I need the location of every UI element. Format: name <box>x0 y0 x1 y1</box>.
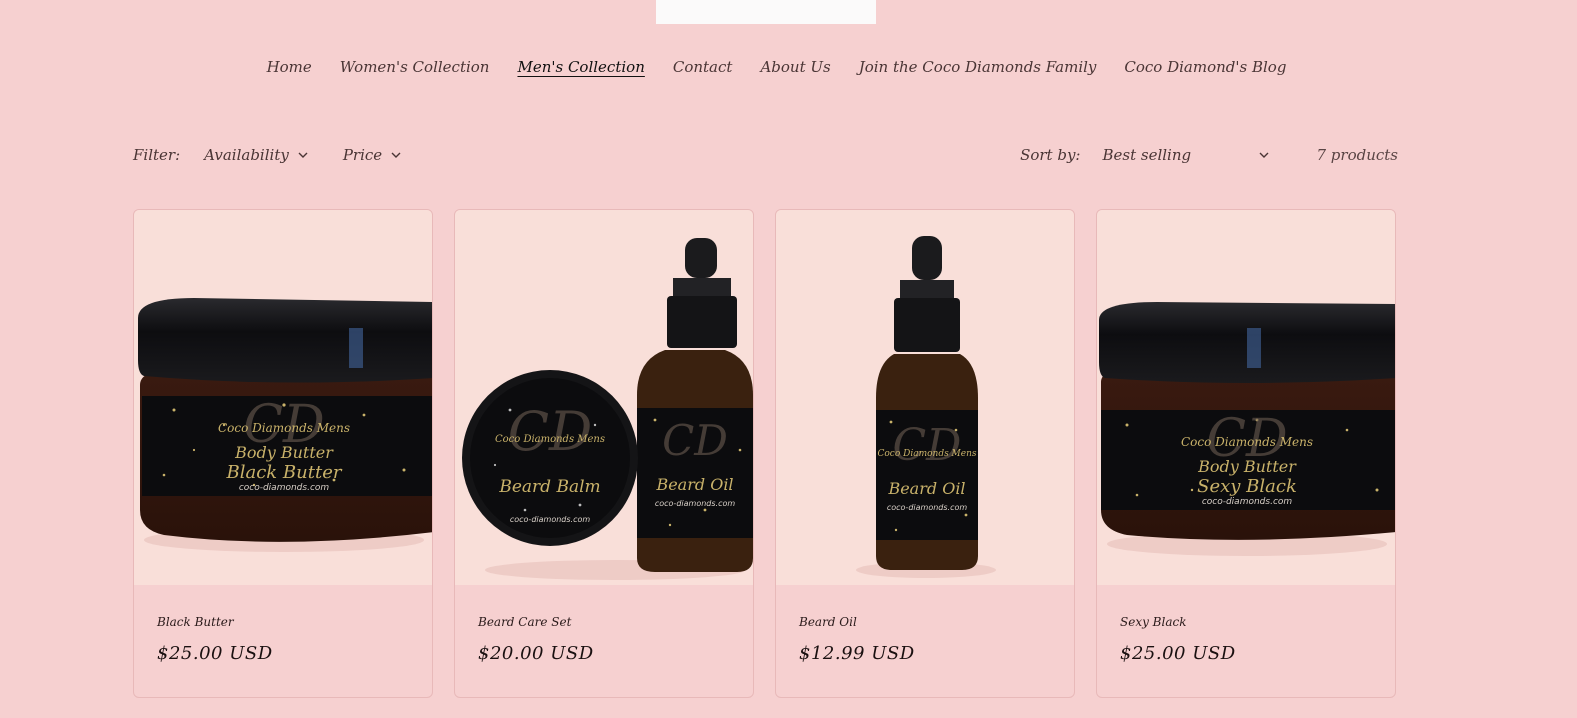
sort-value: Best selling <box>1102 146 1192 164</box>
product-grid: CD Coco Diamonds Mens Body Butter Black … <box>133 209 1396 698</box>
product-image[interactable]: CD Coco Diamonds Mens Body Butter Black … <box>134 210 432 585</box>
body-butter-jar-image: CD Coco Diamonds Mens Body Butter Sexy B… <box>1099 302 1395 556</box>
product-price: $20.00 USD <box>478 643 594 664</box>
nav-item-womens-collection[interactable]: Women's Collection <box>340 58 490 76</box>
product-card[interactable]: CD Coco Diamonds Mens Body Butter Black … <box>133 209 433 698</box>
svg-text:coco-diamonds.com: coco-diamonds.com <box>239 483 330 493</box>
sort-label: Sort by: <box>1020 146 1081 164</box>
filter-bar: Filter: Availability Price Sort by: Best… <box>133 143 1398 167</box>
nav-item-blog[interactable]: Coco Diamond's Blog <box>1124 58 1286 76</box>
price-filter-label: Price <box>342 146 383 164</box>
svg-text:Coco Diamonds Mens: Coco Diamonds Mens <box>877 449 976 459</box>
price-filter[interactable]: Price <box>343 146 402 164</box>
nav-item-about-us[interactable]: About Us <box>760 58 830 76</box>
filter-label: Filter: <box>133 146 181 164</box>
svg-text:CD: CD <box>508 400 593 463</box>
body-butter-jar-image: CD Coco Diamonds Mens Body Butter Black … <box>138 298 432 552</box>
svg-text:coco-diamonds.com: coco-diamonds.com <box>655 499 736 508</box>
svg-text:CD: CD <box>662 416 728 465</box>
main-nav: Home Women's Collection Men's Collection… <box>0 58 1565 76</box>
svg-text:Body Butter: Body Butter <box>234 443 334 462</box>
sort-select[interactable]: Best selling <box>1102 146 1270 164</box>
svg-text:Beard Oil: Beard Oil <box>655 475 733 494</box>
svg-text:Coco Diamonds Mens: Coco Diamonds Mens <box>495 434 605 445</box>
chevron-down-icon <box>298 152 308 158</box>
product-card[interactable]: CD Coco Diamonds Mens Beard Oil coco-dia… <box>775 209 1075 698</box>
product-card[interactable]: CD Coco Diamonds Mens Body Butter Sexy B… <box>1096 209 1396 698</box>
logo-area[interactable] <box>656 0 876 24</box>
svg-text:Sexy Black: Sexy Black <box>1197 476 1297 497</box>
svg-text:coco-diamonds.com: coco-diamonds.com <box>510 515 591 524</box>
svg-text:Beard Oil: Beard Oil <box>887 479 965 498</box>
svg-text:Black Butter: Black Butter <box>226 462 343 483</box>
beard-care-set-image: CD Beard Oil coco-diamonds.com CD Coco D… <box>462 238 753 580</box>
svg-text:coco-diamonds.com: coco-diamonds.com <box>887 503 968 512</box>
product-title[interactable]: Beard Oil <box>799 615 1051 629</box>
svg-text:Coco Diamonds Mens: Coco Diamonds Mens <box>1181 435 1313 449</box>
product-price: $25.00 USD <box>1120 643 1236 664</box>
product-card[interactable]: CD Beard Oil coco-diamonds.com CD Coco D… <box>454 209 754 698</box>
svg-text:CD: CD <box>893 420 962 471</box>
svg-text:coco-diamonds.com: coco-diamonds.com <box>1202 497 1293 507</box>
availability-filter[interactable]: Availability <box>204 146 309 164</box>
svg-text:Body Butter: Body Butter <box>1197 457 1297 476</box>
svg-text:Coco Diamonds Mens: Coco Diamonds Mens <box>218 421 350 435</box>
product-title[interactable]: Sexy Black <box>1120 615 1372 629</box>
product-count: 7 products <box>1316 146 1398 164</box>
product-image[interactable]: CD Coco Diamonds Mens Beard Oil coco-dia… <box>776 210 1074 585</box>
availability-filter-label: Availability <box>204 146 289 164</box>
chevron-down-icon <box>391 152 401 158</box>
chevron-down-icon <box>1259 152 1269 158</box>
product-price: $25.00 USD <box>157 643 273 664</box>
svg-text:Beard Balm: Beard Balm <box>498 477 600 497</box>
product-image[interactable]: CD Coco Diamonds Mens Body Butter Sexy B… <box>1097 210 1395 585</box>
nav-item-join-family[interactable]: Join the Coco Diamonds Family <box>859 58 1097 76</box>
product-price: $12.99 USD <box>799 643 915 664</box>
product-image[interactable]: CD Beard Oil coco-diamonds.com CD Coco D… <box>455 210 753 585</box>
nav-item-contact[interactable]: Contact <box>673 58 733 76</box>
beard-oil-bottle-image: CD Coco Diamonds Mens Beard Oil coco-dia… <box>856 236 996 578</box>
nav-item-home[interactable]: Home <box>267 58 312 76</box>
product-title[interactable]: Black Butter <box>157 615 409 629</box>
nav-item-mens-collection[interactable]: Men's Collection <box>517 58 644 76</box>
product-title[interactable]: Beard Care Set <box>478 615 730 629</box>
